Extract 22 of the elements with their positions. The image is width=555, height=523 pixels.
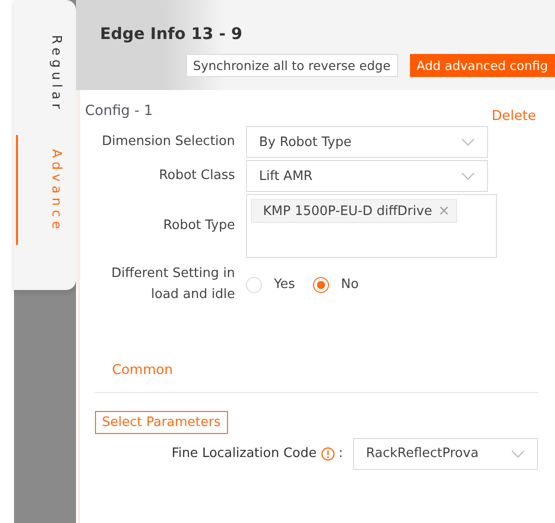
- select-field[interactable]: RackReflectProva: [353, 438, 538, 470]
- edge-title: Edge Info 13 - 9: [100, 24, 244, 43]
- field-label: Fine Localization Code: [172, 446, 317, 462]
- select-field[interactable]: By Robot Type: [246, 126, 488, 158]
- info-icon[interactable]: [320, 446, 335, 461]
- chevron-down-icon: [461, 172, 475, 180]
- chevron-down-icon: [461, 138, 475, 146]
- synchronize-button[interactable]: Synchronize all to reverse edge: [186, 54, 398, 77]
- side-tab[interactable]: Regular: [16, 5, 76, 117]
- field-label: Dimension Selection: [100, 132, 235, 151]
- select-field[interactable]: Lift AMR: [246, 160, 488, 192]
- multi-select-field[interactable]: KMP 1500P-EU-D diffDrive ×: [246, 194, 497, 258]
- radio-option[interactable]: No: [313, 276, 359, 293]
- tag: KMP 1500P-EU-D diffDrive ×: [251, 199, 457, 223]
- colon-label: :: [338, 446, 343, 462]
- config-title: Config - 1: [85, 103, 153, 119]
- field-label: Robot Class: [158, 166, 235, 185]
- field-label: Robot Type: [162, 216, 235, 235]
- radio-icon[interactable]: [313, 276, 329, 293]
- radio-option[interactable]: Yes: [246, 276, 295, 293]
- field-label: Different Setting in load and idle: [110, 265, 235, 304]
- chevron-down-icon: [511, 450, 525, 458]
